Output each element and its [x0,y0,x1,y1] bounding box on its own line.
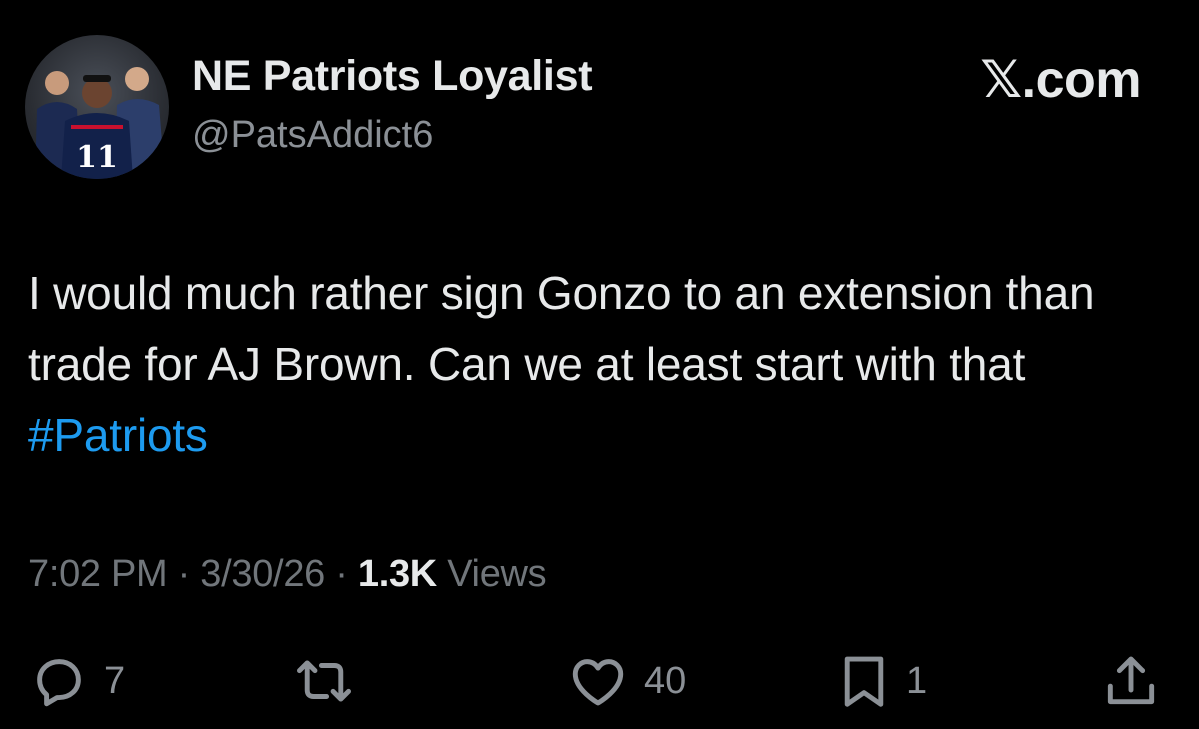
tweet-text: I would much rather sign Gonzo to an ext… [28,258,1178,471]
reply-icon [37,659,81,707]
bookmark-icon [844,656,884,707]
meta-separator: · [167,553,201,595]
like-button[interactable]: 40 [566,646,686,716]
retweet-button[interactable] [290,646,358,716]
tweet-time[interactable]: 7:02 PM [28,553,168,595]
tweet-date[interactable]: 3/30/26 [200,553,325,595]
bookmark-button[interactable]: 1 [836,646,927,716]
tweet-meta: 7:02 PM · 3/30/26 · 1.3K Views [28,553,547,596]
svg-text:11: 11 [76,140,118,175]
share-icon [1107,656,1155,705]
bookmark-count: 1 [906,659,928,702]
avatar[interactable]: 11 [25,35,169,179]
user-handle[interactable]: @PatsAddict6 [192,114,433,157]
like-icon [572,659,624,706]
views-count: 1.3K [357,553,437,595]
display-name[interactable]: NE Patriots Loyalist [192,52,593,101]
meta-separator: · [324,553,358,595]
hashtag-link[interactable]: #Patriots [28,409,208,461]
like-count: 40 [644,659,687,702]
share-button[interactable] [1098,646,1164,716]
retweet-icon [297,660,351,702]
x-logo: 𝕏.com [980,51,1141,109]
reply-button[interactable]: 7 [28,646,125,716]
views-label: Views [436,553,547,595]
avatar-image: 11 [35,67,165,179]
action-bar: 7 40 1 [0,646,1199,716]
tweet-body: I would much rather sign Gonzo to an ext… [28,267,1095,390]
reply-count: 7 [104,659,126,702]
